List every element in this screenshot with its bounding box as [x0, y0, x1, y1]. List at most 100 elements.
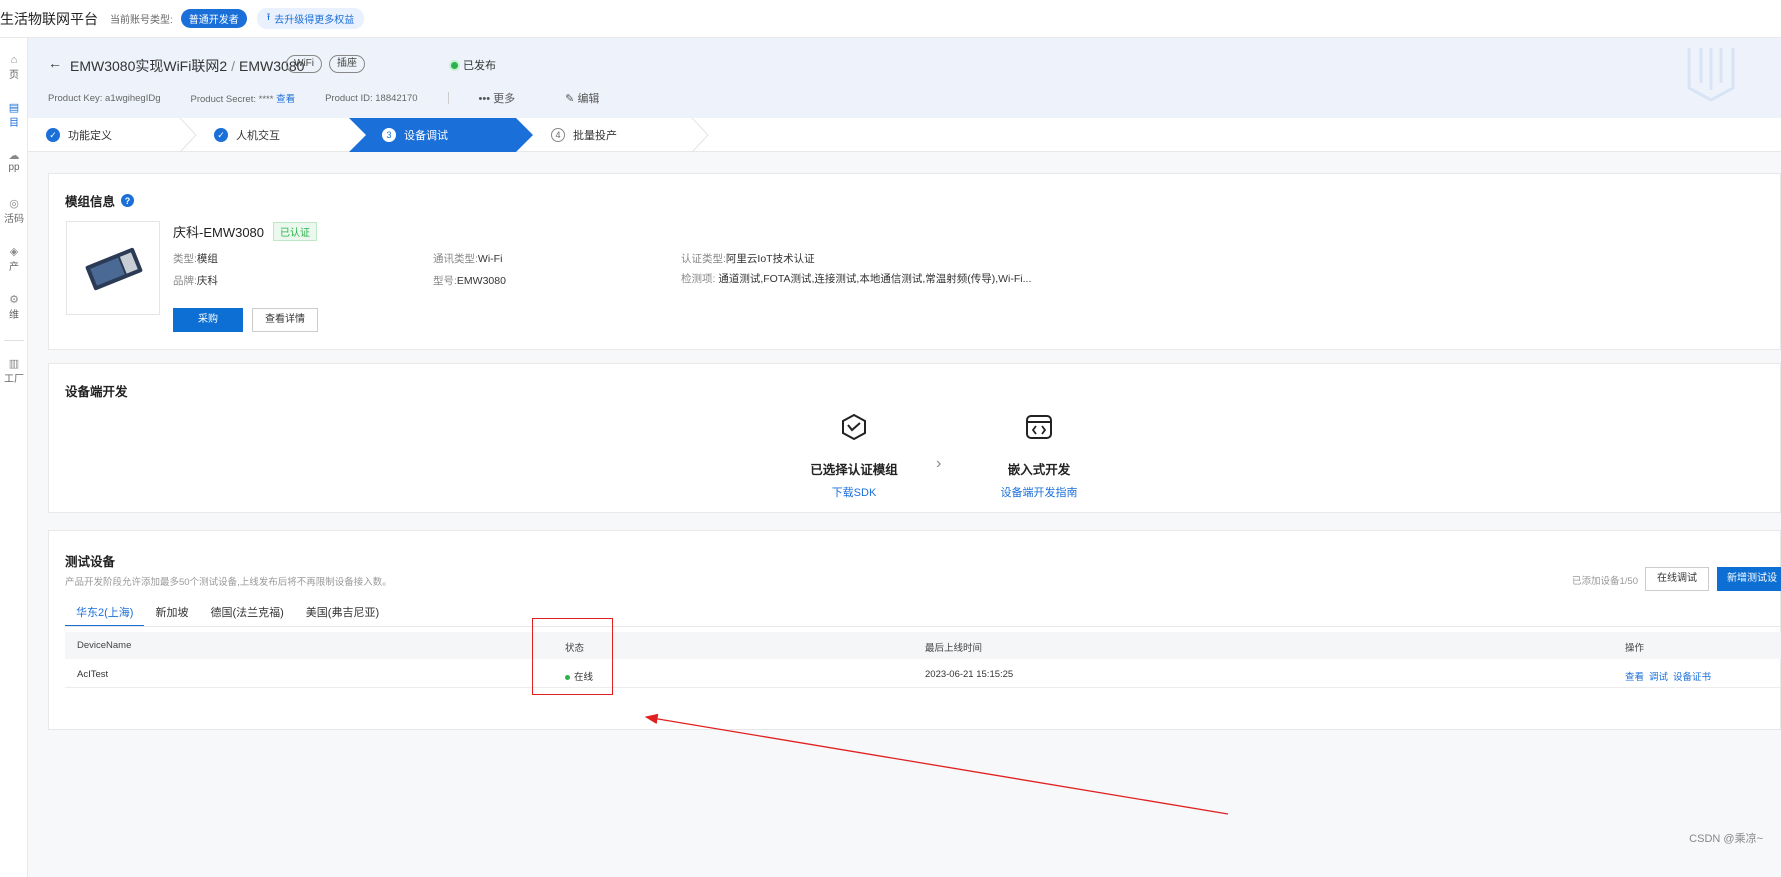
- step-function-definition[interactable]: ✓ 功能定义: [46, 118, 186, 152]
- code-window-icon: [1026, 415, 1052, 439]
- steps-bar: ✓ 功能定义 ✓ 人机交互 3 设备调试 4 批量投产: [28, 118, 1781, 152]
- device-dev-title: 设备端开发: [65, 385, 128, 399]
- meta-divider: [447, 92, 449, 104]
- product-title: EMW3080实现WiFi联网2/EMW3080: [70, 58, 305, 74]
- column-header-last-online: 最后上线时间: [925, 643, 983, 654]
- step-label: 设备调试: [404, 130, 448, 142]
- left-nav: ⌂ 页 ▤ 目 ☁ pp ◎ 活码 ◈ 产 ⚙ 维 ▥ 工厂: [0, 38, 28, 877]
- add-test-device-button[interactable]: 新增测试设: [1717, 567, 1781, 591]
- test-devices-description: 产品开发阶段允许添加最多50个测试设备,上线发布后将不再限制设备接入数。: [65, 577, 392, 588]
- check-icon: ✓: [214, 128, 228, 142]
- step-label: 人机交互: [236, 130, 280, 142]
- download-sdk-link[interactable]: 下载SDK: [799, 484, 909, 500]
- product-path[interactable]: EMW3080实现WiFi联网2: [70, 58, 227, 74]
- account-type-label: 当前账号类型:: [110, 15, 173, 26]
- module-comm-type: 通讯类型:Wi-Fi: [433, 253, 503, 265]
- column-header-devicename: DeviceName: [77, 640, 132, 651]
- nav-item-app[interactable]: ☁ pp: [0, 150, 28, 173]
- product-secret: Product Secret: **** 查看: [190, 94, 296, 105]
- module-chip-icon: [85, 247, 143, 291]
- module-info-title: 模组信息 ?: [65, 191, 135, 210]
- last-online-cell: 2023-06-21 15:15:25: [925, 669, 1014, 680]
- debug-device-link[interactable]: 调试: [1649, 672, 1668, 683]
- step-separator: [691, 118, 709, 152]
- upgrade-link[interactable]: ⭱ 去升级得更多权益: [256, 8, 365, 29]
- step-selected-module: 已选择认证模组 下载SDK: [799, 412, 909, 500]
- step-label: 功能定义: [68, 130, 112, 142]
- tab-germany[interactable]: 德国(法兰克福): [199, 603, 294, 627]
- publish-status: 已发布: [451, 57, 496, 73]
- embedded-dev-title: 嵌入式开发: [1007, 463, 1071, 477]
- csdn-watermark: CSDN @乘凉~: [1689, 833, 1763, 845]
- upload-icon: ⭱: [266, 12, 271, 23]
- added-device-count: 已添加设备1/50: [1572, 576, 1638, 587]
- nav-item-label: 产: [9, 262, 19, 273]
- nav-item-project[interactable]: ▤ 目: [0, 102, 28, 129]
- status-dot: [451, 61, 458, 69]
- device-cert-link[interactable]: 设备证书: [1673, 672, 1711, 683]
- selected-module-title: 已选择认证模组: [810, 463, 898, 477]
- nav-item-home[interactable]: ⌂ 页: [0, 54, 28, 81]
- tabs-divider: [65, 626, 1781, 627]
- step-human-interaction[interactable]: ✓ 人机交互: [214, 118, 354, 152]
- production-icon: ◈: [9, 246, 19, 258]
- view-secret-link[interactable]: 查看: [276, 94, 295, 105]
- factory-icon: ▥: [8, 358, 20, 370]
- column-header-actions: 操作: [1625, 643, 1645, 654]
- platform-title: 生活物联网平台: [0, 10, 98, 27]
- chevron-right-icon: ›: [936, 455, 942, 472]
- tab-singapore[interactable]: 新加坡: [144, 603, 199, 627]
- verified-badge: 已认证: [273, 222, 317, 241]
- module-brand: 品牌:庆科: [173, 275, 218, 287]
- tab-usa[interactable]: 美国(弗吉尼亚): [295, 603, 390, 627]
- device-dev-guide-link[interactable]: 设备端开发指南: [979, 484, 1099, 500]
- step-device-debug[interactable]: 3 设备调试: [349, 118, 533, 152]
- module-test-items: 检测项: 通道测试,FOTA测试,连接测试,本地通信测试,常温射频(传导),Wi…: [681, 273, 1032, 285]
- upgrade-label: 去升级得更多权益: [274, 15, 355, 26]
- step-mass-production[interactable]: 4 批量投产: [551, 118, 711, 152]
- module-image: [66, 221, 160, 315]
- nav-item-operations[interactable]: ⚙ 维: [0, 294, 28, 321]
- module-name: 庆科-EMW3080: [173, 225, 265, 240]
- nav-item-label: 页: [9, 70, 19, 81]
- buy-button[interactable]: 采购: [173, 308, 243, 332]
- home-icon: ⌂: [10, 54, 18, 66]
- view-details-button[interactable]: 查看详情: [252, 308, 318, 332]
- module-type: 类型:模组: [173, 253, 218, 265]
- tag-socket: 插座: [329, 55, 365, 73]
- table-header: DeviceName 状态 最后上线时间 操作: [65, 632, 1781, 659]
- app-icon: ☁: [8, 150, 20, 162]
- actions-cell: 查看 调试 设备证书: [1625, 669, 1716, 683]
- header-decoration-icon: [1687, 48, 1735, 102]
- project-icon: ▤: [8, 102, 20, 114]
- step-number: 4: [551, 128, 565, 142]
- help-icon[interactable]: ?: [121, 194, 135, 207]
- step-number: 3: [382, 128, 396, 142]
- tab-east-china-2[interactable]: 华东2(上海): [65, 603, 145, 627]
- account-type-badge: 普通开发者: [180, 9, 247, 28]
- edit-button[interactable]: ✎ 编辑: [565, 90, 599, 106]
- top-bar: 生活物联网平台 当前账号类型: 普通开发者 ⭱ 去升级得更多权益: [0, 0, 1781, 38]
- nav-item-factory[interactable]: ▥ 工厂: [0, 358, 28, 385]
- module-info-card: 模组信息 ? 庆科-EMW3080 已认证 类型:模组 品牌:庆科 通讯类型:W…: [48, 173, 1781, 350]
- nav-item-activation-code[interactable]: ◎ 活码: [0, 198, 28, 225]
- region-tabs: 华东2(上海) 新加坡 德国(法兰克福) 美国(弗吉尼亚): [65, 603, 390, 627]
- publish-status-label: 已发布: [463, 60, 496, 72]
- nav-divider: [4, 340, 24, 341]
- more-button[interactable]: ••• 更多: [479, 90, 516, 106]
- bottom-area: [28, 779, 1781, 877]
- tag-wifi: WiFi: [286, 55, 322, 73]
- table-row: AcITest 在线 2023-06-21 15:15:25 查看 调试 设备证书: [65, 659, 1781, 688]
- product-meta-row: Product Key: a1wgihegIDg Product Secret:…: [48, 90, 649, 106]
- view-device-link[interactable]: 查看: [1625, 672, 1644, 683]
- operations-icon: ⚙: [9, 294, 19, 306]
- step-embedded-dev: 嵌入式开发 设备端开发指南: [979, 412, 1099, 500]
- online-debug-button[interactable]: 在线调试: [1645, 567, 1709, 591]
- product-header: ← EMW3080实现WiFi联网2/EMW3080 WiFi 插座 已发布 P…: [28, 38, 1781, 118]
- nav-item-production[interactable]: ◈ 产: [0, 246, 28, 273]
- device-name-cell: AcITest: [77, 669, 109, 680]
- back-arrow-icon[interactable]: ←: [48, 55, 62, 71]
- step-separator: [179, 118, 197, 152]
- nav-item-label: 维: [9, 310, 19, 321]
- annotation-highlight-box: [532, 618, 613, 695]
